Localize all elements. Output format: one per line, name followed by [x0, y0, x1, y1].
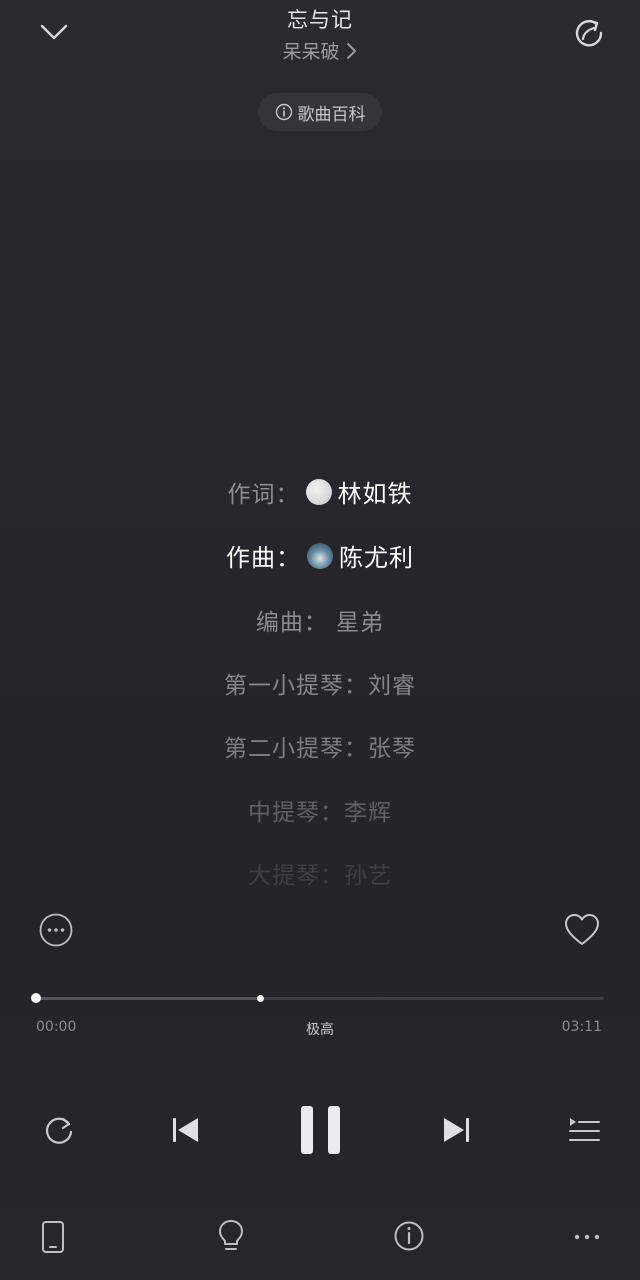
skip-previous-icon — [173, 1118, 198, 1142]
credit-line: 大提琴：孙艺 — [248, 863, 392, 889]
song-wiki-button[interactable]: 歌曲百科 — [258, 93, 382, 131]
tips-button[interactable] — [214, 1218, 248, 1254]
chevron-right-icon — [346, 42, 356, 59]
skip-next-icon — [444, 1118, 469, 1142]
share-icon — [575, 19, 603, 47]
credit-name[interactable]: 陈尤利 — [339, 538, 414, 573]
pause-icon — [301, 1106, 340, 1154]
credit-line-lyricist: 作词： 林如铁 — [0, 474, 640, 509]
artist-link[interactable]: 呆呆破 — [0, 37, 640, 64]
more-options-button[interactable] — [37, 911, 75, 949]
artist-name: 呆呆破 — [282, 41, 340, 63]
credit-line-composer: 作曲： 陈尤利 — [0, 538, 640, 573]
phone-device-icon — [42, 1221, 64, 1253]
progress-thumb[interactable] — [31, 993, 41, 1003]
like-button[interactable] — [562, 911, 602, 949]
credit-role: 作曲： — [226, 544, 301, 572]
credit-line: 中提琴：李辉 — [248, 800, 392, 826]
progress-buffered — [36, 997, 261, 1000]
credit-role: 作词： — [227, 481, 300, 508]
credit-line: 编曲： 星弟 — [255, 610, 385, 636]
quality-toggle[interactable]: 极高 — [0, 1019, 640, 1039]
song-info-button[interactable] — [392, 1219, 426, 1253]
total-time: 03:11 — [561, 1019, 602, 1035]
repeat-mode-button[interactable] — [38, 1110, 78, 1150]
buffer-marker — [257, 995, 265, 1002]
overflow-menu-button[interactable] — [570, 1220, 604, 1254]
more-horizontal-icon — [574, 1234, 600, 1240]
next-button[interactable] — [436, 1110, 476, 1150]
playlist-button[interactable] — [564, 1110, 604, 1150]
info-icon — [394, 1221, 424, 1251]
credit-name[interactable]: 林如铁 — [338, 474, 413, 509]
play-pause-button[interactable] — [296, 1102, 346, 1158]
credit-line: 第一小提琴：刘睿 — [224, 673, 416, 699]
previous-button[interactable] — [166, 1110, 206, 1150]
info-icon — [275, 103, 292, 121]
song-title: 忘与记 — [287, 8, 353, 32]
heart-icon — [565, 914, 599, 945]
device-button[interactable] — [38, 1220, 68, 1254]
share-button[interactable] — [570, 14, 608, 52]
avatar[interactable] — [305, 478, 332, 505]
playlist-icon — [569, 1118, 600, 1141]
repeat-icon — [45, 1117, 73, 1144]
more-circle-icon — [39, 913, 73, 947]
wiki-label: 歌曲百科 — [297, 104, 366, 125]
avatar[interactable] — [307, 542, 333, 569]
lightbulb-icon — [219, 1220, 243, 1250]
credit-line: 第二小提琴：张琴 — [224, 736, 416, 762]
